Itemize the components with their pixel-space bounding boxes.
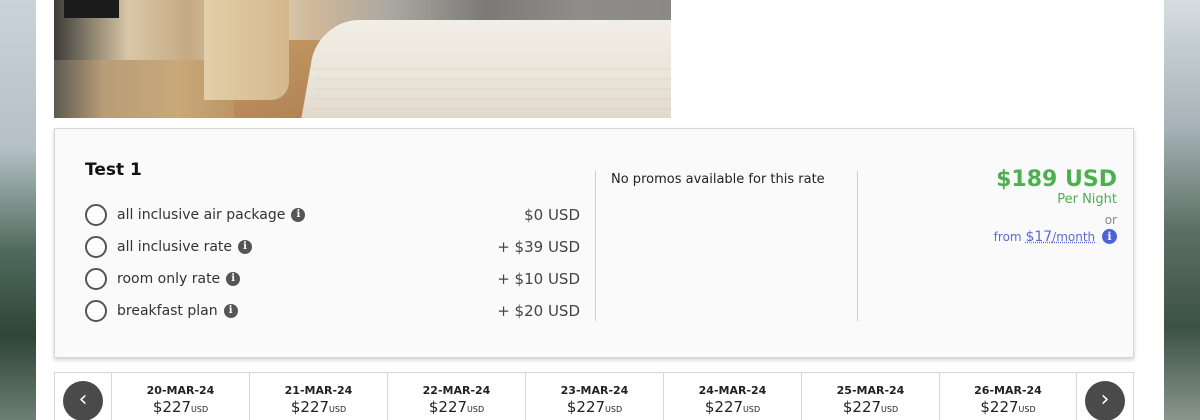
date-cell[interactable]: 26-MAR-24 $227USD: [939, 373, 1077, 420]
background-mountain-left: [0, 0, 36, 420]
rate-option-label: all inclusive rate: [117, 239, 233, 255]
rate-card: Test 1 all inclusive air package i $0 US…: [54, 128, 1134, 358]
info-icon[interactable]: i: [223, 304, 238, 318]
rate-option-price: + $10 USD: [497, 270, 580, 288]
divider: [595, 171, 596, 321]
room-photo-tv: [64, 0, 119, 18]
nightly-price: $189 USD: [996, 167, 1117, 192]
rate-option-label: all inclusive air package: [117, 207, 286, 223]
rate-option-price: + $39 USD: [497, 238, 580, 256]
date-label: 21-MAR-24: [284, 384, 353, 397]
radio-button[interactable]: [85, 268, 107, 290]
date-price: $227USD: [526, 398, 663, 416]
next-dates-button[interactable]: ›: [1085, 381, 1125, 420]
main-content: Test 1 all inclusive air package i $0 US…: [36, 0, 1164, 420]
rate-title: Test 1: [85, 160, 142, 180]
date-price-currency: USD: [605, 405, 623, 414]
rate-option[interactable]: all inclusive air package i $0 USD: [85, 199, 580, 231]
rate-option-price: $0 USD: [524, 206, 580, 224]
date-price: $227USD: [388, 398, 525, 416]
date-label: 23-MAR-24: [560, 384, 629, 397]
financing-prefix: from: [993, 230, 1022, 244]
background-mountain-right: [1164, 0, 1200, 420]
rate-option-label: room only rate: [117, 271, 221, 287]
date-cell[interactable]: 25-MAR-24 $227USD: [801, 373, 939, 420]
date-list: 20-MAR-24 $227USD 21-MAR-24 $227USD 22-M…: [111, 373, 1077, 420]
radio-button[interactable]: [85, 204, 107, 226]
date-price-currency: USD: [881, 405, 899, 414]
date-price-amount: $227: [290, 398, 330, 416]
room-photo-bed-stripes: [314, 60, 671, 118]
date-cell[interactable]: 24-MAR-24 $227USD: [663, 373, 801, 420]
rate-options: all inclusive air package i $0 USD all i…: [85, 199, 580, 327]
date-label: 24-MAR-24: [698, 384, 767, 397]
per-night-label: Per Night: [1057, 192, 1117, 207]
date-price-amount: $227: [566, 398, 606, 416]
date-price-currency: USD: [1018, 405, 1036, 414]
date-cell[interactable]: 22-MAR-24 $227USD: [387, 373, 525, 420]
date-price: $227USD: [250, 398, 387, 416]
info-icon[interactable]: i: [1102, 229, 1117, 244]
date-label: 26-MAR-24: [974, 384, 1042, 397]
info-icon[interactable]: i: [238, 240, 253, 254]
date-price-currency: USD: [467, 405, 485, 414]
date-price-currency: USD: [743, 405, 761, 414]
date-strip: ‹ 20-MAR-24 $227USD 21-MAR-24 $227USD 22…: [54, 372, 1134, 420]
date-price-amount: $227: [980, 398, 1019, 416]
radio-button[interactable]: [85, 300, 107, 322]
date-cell[interactable]: 21-MAR-24 $227USD: [249, 373, 387, 420]
room-photo: [54, 0, 671, 118]
date-label: 25-MAR-24: [836, 384, 905, 397]
date-price-currency: USD: [329, 405, 347, 414]
date-label: 22-MAR-24: [422, 384, 491, 397]
promo-text: No promos available for this rate: [611, 172, 825, 187]
monthly-unit: /month: [1052, 230, 1096, 244]
date-price-amount: $227: [152, 398, 192, 416]
rate-option-price: + $20 USD: [497, 302, 580, 320]
date-cell[interactable]: 23-MAR-24 $227USD: [525, 373, 663, 420]
info-icon[interactable]: i: [226, 272, 241, 286]
date-label: 20-MAR-24: [146, 384, 215, 397]
date-price-currency: USD: [191, 405, 209, 414]
info-icon[interactable]: i: [291, 208, 306, 222]
date-price: $227USD: [664, 398, 801, 416]
date-price: $227USD: [112, 398, 249, 416]
rate-option-label: breakfast plan: [117, 303, 218, 319]
radio-button[interactable]: [85, 236, 107, 258]
date-price-amount: $227: [704, 398, 744, 416]
divider: [857, 171, 858, 321]
room-photo-panel: [204, 0, 289, 100]
previous-dates-button[interactable]: ‹: [63, 381, 103, 420]
or-label: or: [1104, 213, 1117, 227]
rate-option[interactable]: all inclusive rate i + $39 USD: [85, 231, 580, 263]
price-summary: $189 USD Per Night or from $17/month i: [877, 167, 1117, 245]
date-price: $227USD: [802, 398, 939, 416]
date-price-amount: $227: [842, 398, 882, 416]
monthly-payment-link[interactable]: $17/month: [1025, 229, 1095, 245]
date-price: $227USD: [940, 398, 1076, 416]
date-price-amount: $227: [428, 398, 468, 416]
date-cell[interactable]: 20-MAR-24 $227USD: [111, 373, 249, 420]
financing-line: from $17/month i: [877, 229, 1117, 245]
monthly-amount: $17: [1025, 229, 1053, 245]
rate-option[interactable]: breakfast plan i + $20 USD: [85, 295, 580, 327]
rate-option[interactable]: room only rate i + $10 USD: [85, 263, 580, 295]
